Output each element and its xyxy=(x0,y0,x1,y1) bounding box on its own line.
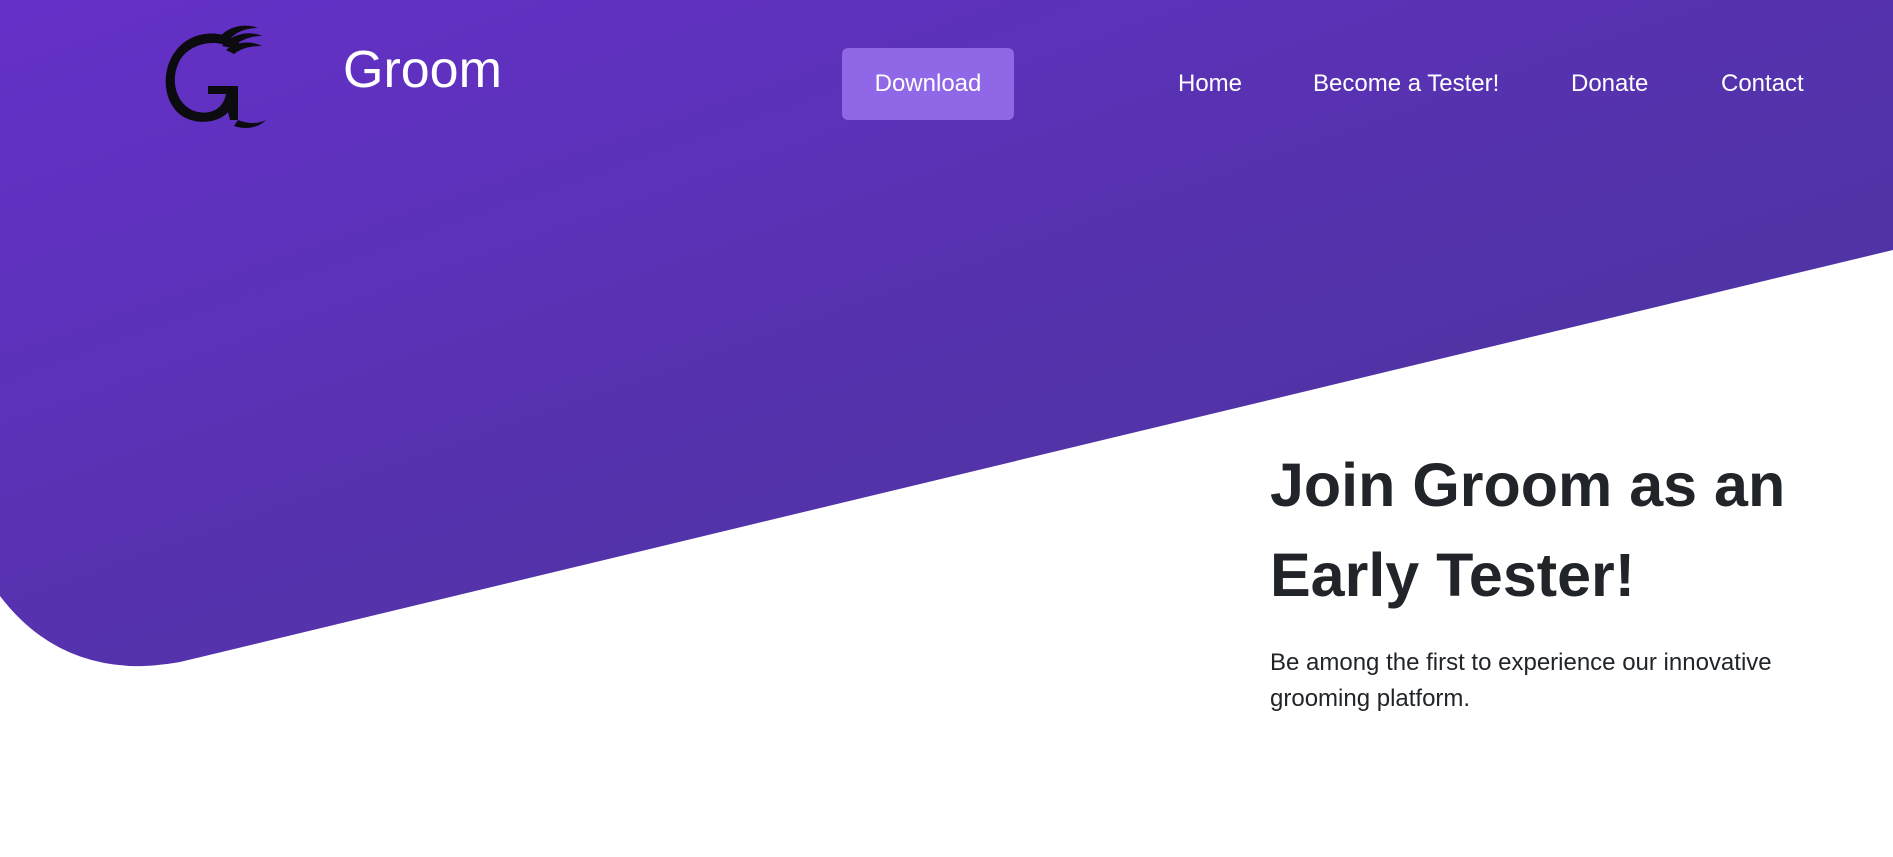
nav-link-home[interactable]: Home xyxy=(1178,70,1242,98)
brand-name[interactable]: Groom xyxy=(343,40,502,100)
hero-background xyxy=(0,0,1893,667)
landing-page: Groom Download Home Become a Tester! Don… xyxy=(0,0,1893,857)
groom-g-logo-icon[interactable] xyxy=(162,20,270,128)
nav-link-contact[interactable]: Contact xyxy=(1721,70,1804,98)
hero-subtext: Be among the first to experience our inn… xyxy=(1270,649,1772,712)
download-button[interactable]: Download xyxy=(842,48,1014,120)
nav-link-become-tester[interactable]: Become a Tester! xyxy=(1313,70,1499,98)
nav-link-donate[interactable]: Donate xyxy=(1571,70,1648,98)
hero-headline: Join Groom as an Early Tester! xyxy=(1270,451,1786,609)
